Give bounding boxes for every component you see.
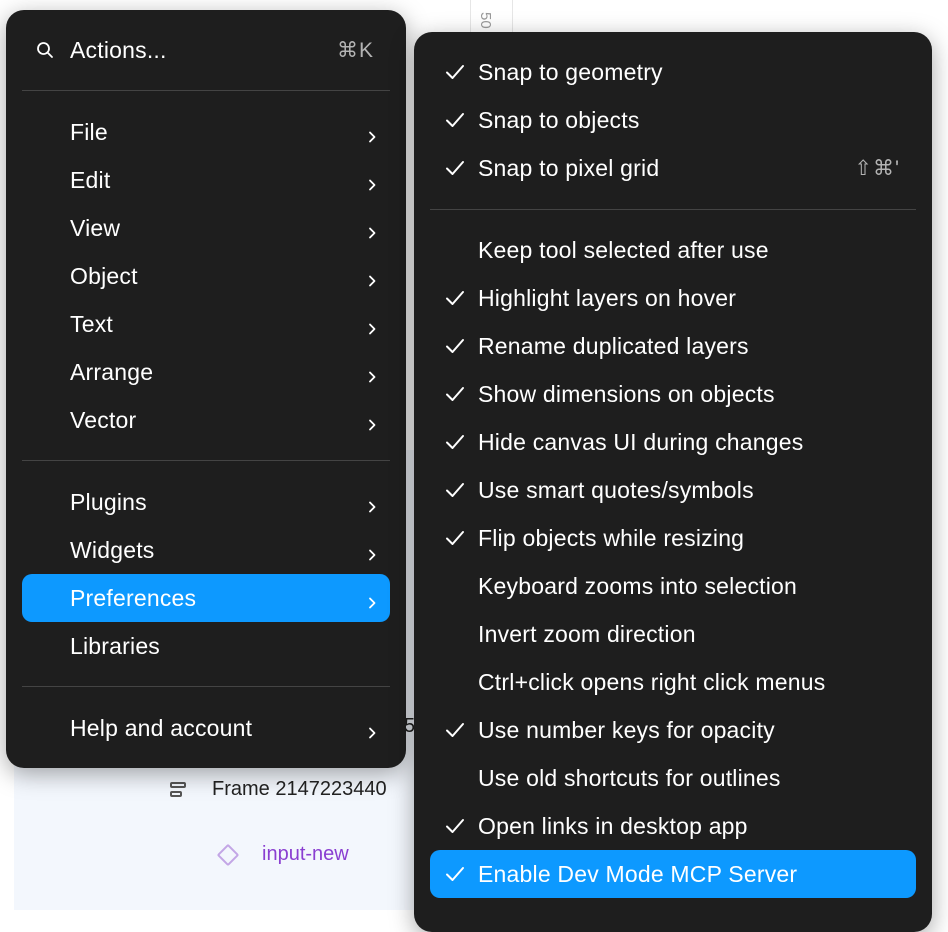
pref-item-label: Use number keys for opacity	[478, 717, 775, 744]
menu-separator	[430, 209, 916, 210]
check-icon	[444, 109, 466, 131]
pref-item-label: Snap to geometry	[478, 59, 663, 86]
pref-item-label: Invert zoom direction	[478, 621, 696, 648]
pref-item-enable-dev-mode-mcp-server[interactable]: Enable Dev Mode MCP Server	[430, 850, 916, 898]
check-icon	[444, 719, 466, 741]
menu-item-plugins[interactable]: Plugins	[22, 478, 390, 526]
pref-item-flip-objects-while-resizing[interactable]: Flip objects while resizing	[430, 514, 916, 562]
pref-item-snap-to-pixel-grid[interactable]: Snap to pixel grid ⇧⌘'	[430, 144, 916, 192]
pref-item-highlight-layers-on-hover[interactable]: Highlight layers on hover	[430, 274, 916, 322]
layer-row-component[interactable]: input-new	[220, 843, 349, 866]
pref-item-label: Highlight layers on hover	[478, 285, 736, 312]
pref-item-snap-to-objects[interactable]: Snap to objects	[430, 96, 916, 144]
chevron-right-icon	[364, 542, 380, 558]
menu-item-help-and-account[interactable]: Help and account	[22, 704, 390, 752]
menu-item-label: File	[70, 119, 108, 146]
layer-label: Frame 2147223440	[212, 778, 387, 801]
actions-shortcut: ⌘K	[337, 38, 374, 63]
menu-item-widgets[interactable]: Widgets	[22, 526, 390, 574]
pref-item-use-number-keys-for-opacity[interactable]: Use number keys for opacity	[430, 706, 916, 754]
main-menu: Actions... ⌘K File Edit View Object Text Arra…	[6, 10, 406, 768]
check-icon	[444, 431, 466, 453]
pref-item-snap-to-geometry[interactable]: Snap to geometry	[430, 48, 916, 96]
pref-item-keep-tool-selected-after-use[interactable]: Keep tool selected after use	[430, 226, 916, 274]
menu-item-file[interactable]: File	[22, 108, 390, 156]
check-icon	[444, 335, 466, 357]
menu-item-label: Edit	[70, 167, 110, 194]
check-icon	[444, 863, 466, 885]
component-instance-icon	[217, 843, 240, 866]
chevron-right-icon	[364, 590, 380, 606]
pref-item-open-links-in-desktop-app[interactable]: Open links in desktop app	[430, 802, 916, 850]
chevron-right-icon	[364, 364, 380, 380]
menu-item-arrange[interactable]: Arrange	[22, 348, 390, 396]
pref-item-label: Keyboard zooms into selection	[478, 573, 797, 600]
pref-item-label: Use old shortcuts for outlines	[478, 765, 781, 792]
pref-item-rename-duplicated-layers[interactable]: Rename duplicated layers	[430, 322, 916, 370]
actions-search-item[interactable]: Actions... ⌘K	[22, 26, 390, 74]
pref-item-label: Ctrl+click opens right click menus	[478, 669, 825, 696]
check-icon	[444, 157, 466, 179]
chevron-right-icon	[364, 316, 380, 332]
check-icon	[444, 815, 466, 837]
menu-item-edit[interactable]: Edit	[22, 156, 390, 204]
menu-item-text[interactable]: Text	[22, 300, 390, 348]
pref-item-label: Use smart quotes/symbols	[478, 477, 754, 504]
pref-item-label: Enable Dev Mode MCP Server	[478, 861, 797, 888]
check-icon	[444, 527, 466, 549]
menu-separator	[22, 90, 390, 91]
chevron-right-icon	[364, 412, 380, 428]
pref-item-use-smart-quotes-symbols[interactable]: Use smart quotes/symbols	[430, 466, 916, 514]
menu-item-vector[interactable]: Vector	[22, 396, 390, 444]
pref-item-label: Open links in desktop app	[478, 813, 748, 840]
pref-item-label: Flip objects while resizing	[478, 525, 744, 552]
preferences-submenu: Snap to geometry Snap to objects Snap to p…	[414, 32, 932, 932]
menu-item-label: View	[70, 215, 120, 242]
chevron-right-icon	[364, 124, 380, 140]
menu-item-preferences[interactable]: Preferences	[22, 574, 390, 622]
chevron-right-icon	[364, 494, 380, 510]
actions-label: Actions...	[70, 37, 167, 64]
menu-item-label: Libraries	[70, 633, 160, 660]
chevron-right-icon	[364, 720, 380, 736]
menu-item-label: Help and account	[70, 715, 252, 742]
pref-item-label: Snap to pixel grid	[478, 155, 659, 182]
layer-label: input-new	[262, 843, 349, 866]
check-icon	[444, 287, 466, 309]
pref-item-label: Show dimensions on objects	[478, 381, 775, 408]
pref-item-label: Keep tool selected after use	[478, 237, 769, 264]
pref-item-ctrl-click-opens-right-click-menus[interactable]: Ctrl+click opens right click menus	[430, 658, 916, 706]
pref-item-label: Snap to objects	[478, 107, 640, 134]
pref-item-invert-zoom-direction[interactable]: Invert zoom direction	[430, 610, 916, 658]
chevron-right-icon	[364, 172, 380, 188]
chevron-right-icon	[364, 268, 380, 284]
pref-item-label: Rename duplicated layers	[478, 333, 749, 360]
menu-item-label: Vector	[70, 407, 136, 434]
menu-item-label: Plugins	[70, 489, 147, 516]
chevron-right-icon	[364, 220, 380, 236]
check-icon	[444, 383, 466, 405]
menu-separator	[22, 686, 390, 687]
pref-item-label: Hide canvas UI during changes	[478, 429, 803, 456]
menu-item-label: Object	[70, 263, 138, 290]
menu-item-object[interactable]: Object	[22, 252, 390, 300]
menu-item-label: Arrange	[70, 359, 153, 386]
menu-item-libraries[interactable]: Libraries	[22, 622, 390, 670]
pref-item-show-dimensions-on-objects[interactable]: Show dimensions on objects	[430, 370, 916, 418]
menu-item-view[interactable]: View	[22, 204, 390, 252]
pref-item-hide-canvas-ui-during-changes[interactable]: Hide canvas UI during changes	[430, 418, 916, 466]
menu-item-label: Widgets	[70, 537, 154, 564]
check-icon	[444, 479, 466, 501]
menu-item-label: Preferences	[70, 585, 196, 612]
pref-item-shortcut: ⇧⌘'	[854, 156, 900, 181]
pref-item-use-old-shortcuts-for-outlines[interactable]: Use old shortcuts for outlines	[430, 754, 916, 802]
menu-item-label: Text	[70, 311, 113, 338]
menu-separator	[22, 460, 390, 461]
check-icon	[444, 61, 466, 83]
pref-item-keyboard-zooms-into-selection[interactable]: Keyboard zooms into selection	[430, 562, 916, 610]
layer-row-frame[interactable]: Frame 2147223440	[170, 778, 387, 801]
ruler-number: 50	[477, 12, 494, 29]
search-icon	[36, 41, 54, 59]
frame-layout-icon	[170, 781, 188, 799]
